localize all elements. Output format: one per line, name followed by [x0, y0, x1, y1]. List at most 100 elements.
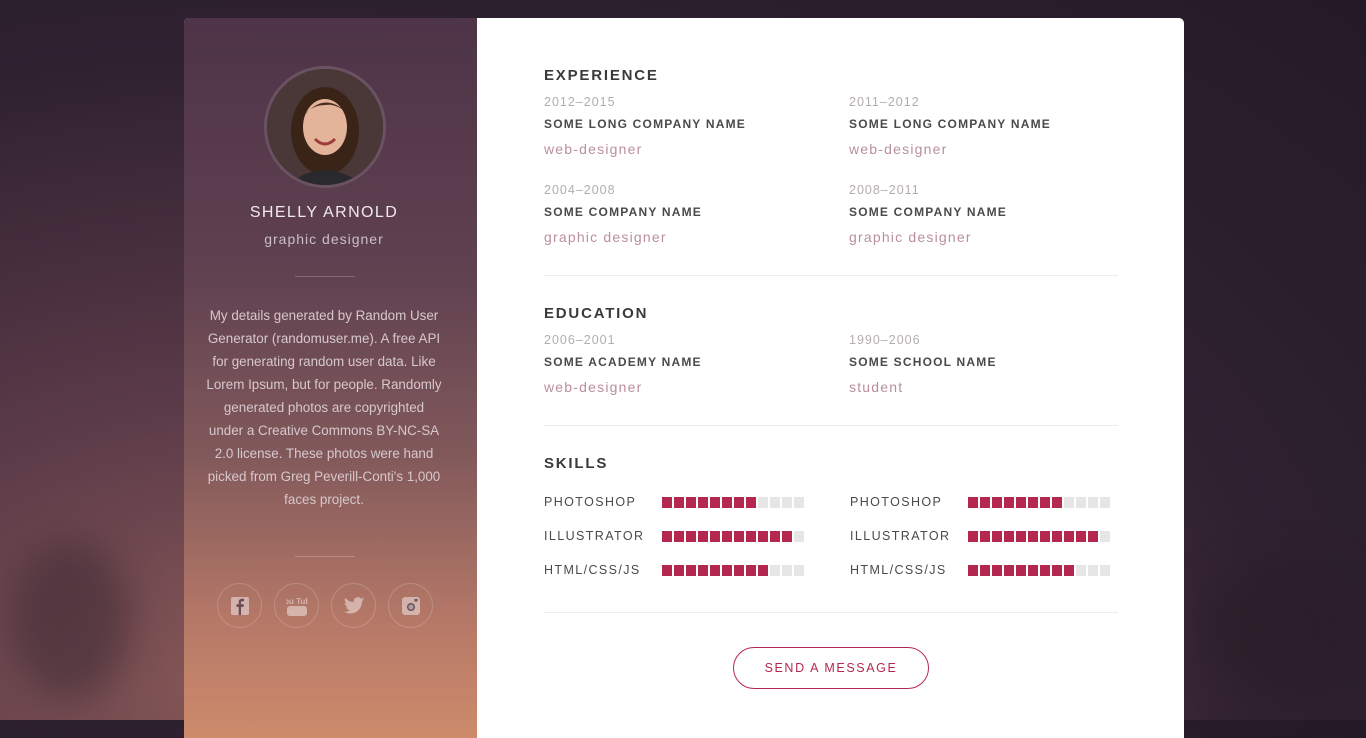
- skill-segment: [1076, 530, 1086, 542]
- skill-segment: [980, 496, 990, 508]
- item-date: 2008–2011: [849, 183, 920, 197]
- section-divider: [544, 612, 1118, 613]
- skill-label: HTML/CSS/JS: [544, 563, 641, 577]
- item-company: SOME LONG COMPANY NAME: [544, 117, 746, 131]
- skill-segment: [980, 530, 990, 542]
- skill-segment: [662, 564, 672, 576]
- divider: [295, 276, 355, 277]
- background-blur: [10, 540, 130, 700]
- skill-label: PHOTOSHOP: [850, 495, 943, 509]
- skill-segment: [1100, 564, 1110, 576]
- skill-segment: [992, 530, 1002, 542]
- sidebar-slant: [447, 18, 477, 738]
- skill-segment: [722, 530, 732, 542]
- skill-segment: [1028, 564, 1038, 576]
- skill-row: ILLUSTRATOR: [850, 529, 1110, 543]
- skill-segment: [1040, 530, 1050, 542]
- skill-segment: [782, 530, 792, 542]
- skill-segment: [758, 564, 768, 576]
- skill-segment: [686, 530, 696, 542]
- item-company: SOME LONG COMPANY NAME: [849, 117, 1051, 131]
- skill-segment: [746, 496, 756, 508]
- skill-bar: [662, 564, 804, 576]
- skill-segment: [1076, 564, 1086, 576]
- skill-segment: [1004, 530, 1014, 542]
- skill-row: PHOTOSHOP: [850, 495, 1110, 509]
- skill-segment: [782, 496, 792, 508]
- skill-segment: [1016, 530, 1026, 542]
- section-divider: [544, 275, 1118, 276]
- item-date: 2012–2015: [544, 95, 616, 109]
- skill-segment: [794, 564, 804, 576]
- instagram-icon[interactable]: [388, 583, 433, 628]
- skill-segment: [722, 564, 732, 576]
- skill-segment: [794, 496, 804, 508]
- item-date: 2011–2012: [849, 95, 920, 109]
- skill-label: ILLUSTRATOR: [850, 529, 951, 543]
- item-position: web-designer: [544, 141, 643, 157]
- skill-segment: [710, 496, 720, 508]
- skill-segment: [1028, 496, 1038, 508]
- item-date: 2004–2008: [544, 183, 616, 197]
- item-position: student: [849, 379, 904, 395]
- avatar: [264, 66, 386, 188]
- social-links: You Tube: [217, 583, 433, 628]
- education-item: 2006–2001 SOME ACADEMY NAME web-designer: [544, 333, 824, 395]
- skill-segment: [992, 496, 1002, 508]
- skill-bar: [968, 564, 1110, 576]
- skill-segment: [674, 564, 684, 576]
- skill-segment: [980, 564, 990, 576]
- skill-segment: [710, 564, 720, 576]
- skill-row: HTML/CSS/JS: [850, 563, 1110, 577]
- youtube-icon[interactable]: You Tube: [274, 583, 319, 628]
- skill-segment: [1088, 530, 1098, 542]
- resume-card: SHELLY ARNOLD graphic designer My detail…: [184, 18, 1184, 738]
- skill-segment: [674, 496, 684, 508]
- facebook-icon[interactable]: [217, 583, 262, 628]
- skill-segment: [698, 564, 708, 576]
- skill-segment: [734, 496, 744, 508]
- experience-item: 2012–2015 SOME LONG COMPANY NAME web-des…: [544, 95, 824, 157]
- skill-segment: [1088, 496, 1098, 508]
- skill-segment: [1004, 564, 1014, 576]
- twitter-icon[interactable]: [331, 583, 376, 628]
- skill-segment: [1016, 564, 1026, 576]
- education-item: 1990–2006 SOME SCHOOL NAME student: [849, 333, 1129, 395]
- skill-row: ILLUSTRATOR: [544, 529, 804, 543]
- skill-segment: [770, 530, 780, 542]
- section-title-skills: SKILLS: [544, 455, 609, 472]
- item-position: graphic designer: [849, 229, 972, 245]
- section-divider: [544, 425, 1118, 426]
- skill-segment: [1064, 496, 1074, 508]
- skill-segment: [1064, 564, 1074, 576]
- skill-segment: [746, 530, 756, 542]
- profile-name: SHELLY ARNOLD: [249, 204, 399, 221]
- experience-item: 2011–2012 SOME LONG COMPANY NAME web-des…: [849, 95, 1129, 157]
- skill-segment: [1100, 530, 1110, 542]
- item-company: SOME COMPANY NAME: [849, 205, 1007, 219]
- skill-segment: [770, 564, 780, 576]
- skill-segment: [1004, 496, 1014, 508]
- skill-bar: [968, 496, 1110, 508]
- skill-segment: [1052, 530, 1062, 542]
- item-position: graphic designer: [544, 229, 667, 245]
- skill-segment: [698, 530, 708, 542]
- skill-segment: [1064, 530, 1074, 542]
- skill-segment: [1016, 496, 1026, 508]
- send-message-button[interactable]: SEND A MESSAGE: [733, 647, 929, 689]
- skill-segment: [662, 530, 672, 542]
- skill-segment: [686, 496, 696, 508]
- skill-segment: [758, 530, 768, 542]
- skill-row: PHOTOSHOP: [544, 495, 804, 509]
- skill-segment: [674, 530, 684, 542]
- skill-row: HTML/CSS/JS: [544, 563, 804, 577]
- skill-segment: [722, 496, 732, 508]
- section-title-education: EDUCATION: [544, 305, 649, 322]
- profile-sidebar: SHELLY ARNOLD graphic designer My detail…: [184, 18, 477, 738]
- profile-title: graphic designer: [264, 231, 384, 247]
- skill-segment: [1052, 496, 1062, 508]
- svg-text:You Tube: You Tube: [286, 597, 308, 606]
- skill-segment: [794, 530, 804, 542]
- skill-label: PHOTOSHOP: [544, 495, 637, 509]
- skill-bar: [662, 530, 804, 542]
